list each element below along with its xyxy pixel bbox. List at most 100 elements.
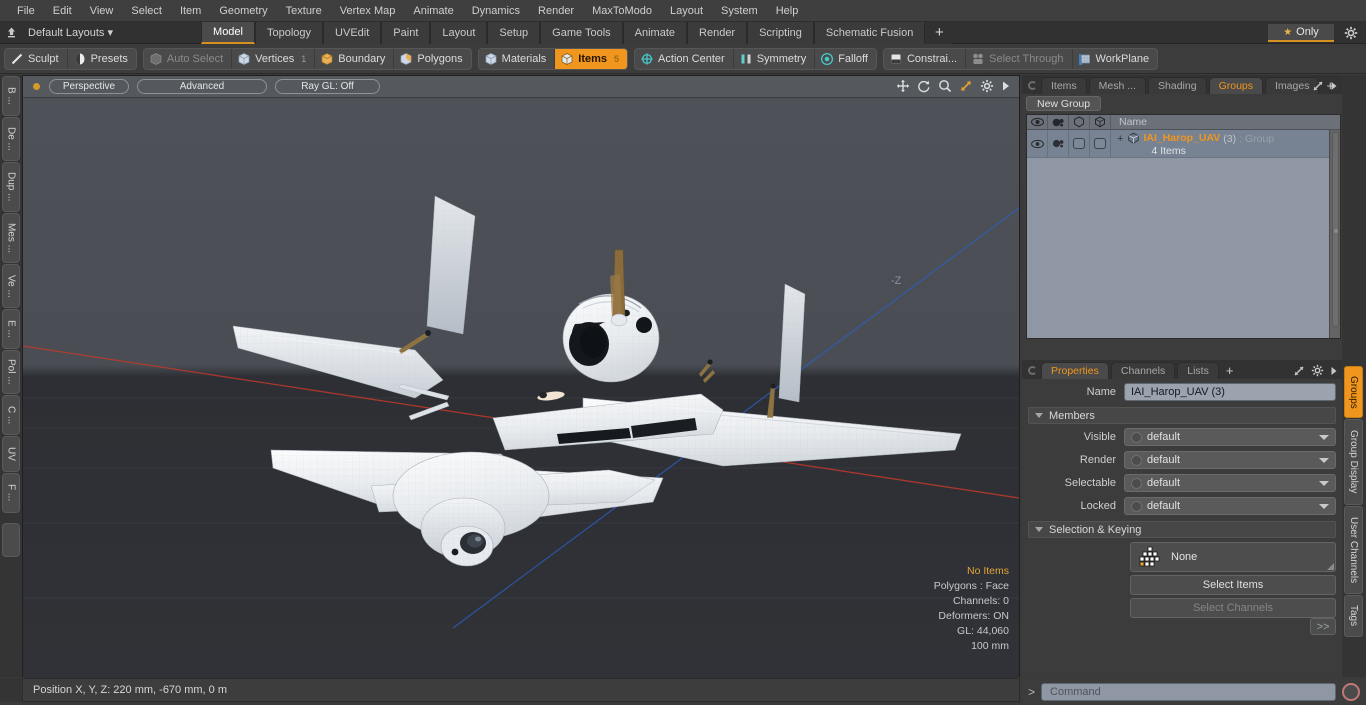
members-section-header[interactable]: Members xyxy=(1028,407,1336,424)
menu-item-maxtomodo[interactable]: MaxToModo xyxy=(583,3,661,19)
symmetry-button[interactable]: Symmetry xyxy=(734,48,816,69)
constraint-button[interactable]: Constrai... xyxy=(884,48,967,69)
select-items-button[interactable]: Select Items xyxy=(1130,575,1336,595)
tab-lists[interactable]: Lists xyxy=(1177,362,1219,379)
menu-item-layout[interactable]: Layout xyxy=(661,3,712,19)
materials-button[interactable]: Materials xyxy=(479,48,556,69)
left-tab-vertex[interactable]: Ve ... xyxy=(2,264,20,308)
left-tab-curve[interactable]: C ... xyxy=(2,395,20,435)
sculpt-button[interactable]: Sculpt xyxy=(5,48,68,69)
vertices-button[interactable]: Vertices 1 xyxy=(232,48,316,69)
right-tab-groups[interactable]: Groups xyxy=(1344,366,1363,418)
row-name-cell[interactable]: + IAI_Harop_UAV (3) : Group 4 Items xyxy=(1111,130,1340,157)
viewport-shading-dropdown[interactable]: Advanced xyxy=(137,79,267,94)
menu-item-render[interactable]: Render xyxy=(529,3,583,19)
default-layouts-dropdown[interactable]: Default Layouts ▾ xyxy=(22,25,121,40)
visible-dropdown[interactable]: default xyxy=(1124,428,1336,446)
wireframe-icon[interactable] xyxy=(1069,115,1090,130)
row-wireframe-toggle[interactable] xyxy=(1069,130,1090,157)
tab-properties[interactable]: Properties xyxy=(1041,362,1109,379)
menu-item-view[interactable]: View xyxy=(81,3,123,19)
select-channels-button[interactable]: Select Channels xyxy=(1130,598,1336,618)
new-group-button[interactable]: New Group xyxy=(1026,96,1102,111)
viewport-raygl-dropdown[interactable]: Ray GL: Off xyxy=(275,79,380,94)
presets-button[interactable]: Presets xyxy=(68,49,136,69)
zoom-icon[interactable] xyxy=(938,79,952,93)
left-tab-mesh-edit[interactable]: Mes ... xyxy=(2,213,20,263)
polygons-button[interactable]: Polygons xyxy=(394,49,470,69)
expand-icon[interactable] xyxy=(1293,365,1305,377)
panel-tab-shading[interactable]: Shading xyxy=(1148,77,1207,94)
layout-tab-paint[interactable]: Paint xyxy=(381,21,431,44)
left-tab-extra[interactable] xyxy=(2,523,20,557)
command-input[interactable]: Command xyxy=(1041,682,1336,701)
group-item-list[interactable]: Name + IAI_Harop_UAV (3): Group 4 Items xyxy=(1026,114,1341,339)
menu-item-texture[interactable]: Texture xyxy=(277,3,331,19)
layout-tab-setup[interactable]: Setup xyxy=(487,21,541,44)
locked-dropdown[interactable]: default xyxy=(1124,497,1336,515)
menu-item-file[interactable]: File xyxy=(8,3,44,19)
layout-tab-uvedit[interactable]: UVEdit xyxy=(323,21,382,44)
workplane-button[interactable]: WorkPlane xyxy=(1073,49,1158,69)
render-icon[interactable] xyxy=(1048,115,1069,130)
select-through-button[interactable]: Select Through xyxy=(966,48,1073,69)
menu-item-help[interactable]: Help xyxy=(767,3,808,19)
panel-tab-mesh[interactable]: Mesh ... xyxy=(1088,77,1147,94)
row-eye-toggle[interactable] xyxy=(1027,130,1048,157)
properties-add-tab-button[interactable]: + xyxy=(1221,363,1239,378)
eye-icon[interactable] xyxy=(1027,115,1048,130)
left-tab-polygon[interactable]: Pol ... xyxy=(2,350,20,394)
render-dropdown[interactable]: default xyxy=(1124,451,1336,469)
viewport-state-dot[interactable] xyxy=(33,83,40,90)
shaded-icon[interactable] xyxy=(1090,115,1111,130)
layout-tab-layout[interactable]: Layout xyxy=(430,21,488,44)
panel-tab-items[interactable]: Items xyxy=(1041,77,1087,94)
right-tab-user-channels[interactable]: User Channels xyxy=(1344,506,1363,594)
item-list-scrollbar[interactable] xyxy=(1329,130,1340,338)
fit-icon[interactable] xyxy=(959,79,973,93)
menu-item-item[interactable]: Item xyxy=(171,3,210,19)
locked-toggle[interactable] xyxy=(1131,500,1142,512)
play-icon[interactable] xyxy=(1330,366,1338,376)
menu-item-edit[interactable]: Edit xyxy=(44,3,81,19)
action-center-button[interactable]: Action Center xyxy=(635,48,734,69)
gear-icon[interactable] xyxy=(1311,364,1324,377)
table-row[interactable]: + IAI_Harop_UAV (3) : Group 4 Items xyxy=(1027,130,1340,158)
boundary-button[interactable]: Boundary xyxy=(315,48,395,69)
left-tab-basic[interactable]: B ... xyxy=(2,76,20,116)
left-tab-edge[interactable]: E ... xyxy=(2,309,20,349)
selectable-toggle[interactable] xyxy=(1131,477,1142,489)
items-button[interactable]: Items 5 xyxy=(555,48,628,69)
menu-item-geometry[interactable]: Geometry xyxy=(210,3,276,19)
play-icon[interactable] xyxy=(1330,81,1338,91)
viewport-3d-canvas[interactable]: -Z xyxy=(23,98,1019,678)
gear-icon[interactable] xyxy=(980,79,994,93)
record-icon[interactable] xyxy=(1342,682,1360,701)
properties-lock-icon[interactable] xyxy=(1028,366,1037,375)
layout-tab-render[interactable]: Render xyxy=(687,21,748,44)
home-icon[interactable] xyxy=(0,23,22,43)
selection-keying-section-header[interactable]: Selection & Keying xyxy=(1028,521,1336,538)
expand-icon[interactable] xyxy=(1312,80,1324,92)
right-tab-group-display[interactable]: Group Display xyxy=(1344,419,1363,505)
name-input[interactable]: IAI_Harop_UAV (3) xyxy=(1124,383,1336,401)
only-toggle-button[interactable]: ★ Only xyxy=(1268,24,1334,42)
falloff-button[interactable]: Falloff xyxy=(815,49,876,69)
viewport-projection-dropdown[interactable]: Perspective xyxy=(49,79,129,94)
move-icon[interactable] xyxy=(896,79,910,93)
menu-item-vertex-map[interactable]: Vertex Map xyxy=(331,3,405,19)
layout-tab-scripting[interactable]: Scripting xyxy=(747,21,814,44)
right-tab-tags[interactable]: Tags xyxy=(1344,595,1363,637)
visible-toggle[interactable] xyxy=(1131,431,1142,443)
menu-item-system[interactable]: System xyxy=(712,3,767,19)
expand-more-button[interactable]: >> xyxy=(1310,618,1336,635)
layout-tab-game-tools[interactable]: Game Tools xyxy=(540,21,623,44)
expand-icon[interactable]: + xyxy=(1117,132,1123,146)
gear-icon[interactable] xyxy=(1342,25,1360,41)
menu-item-dynamics[interactable]: Dynamics xyxy=(463,3,529,19)
panel-lock-icon[interactable] xyxy=(1028,81,1037,90)
layout-tab-topology[interactable]: Topology xyxy=(255,21,324,44)
selectable-dropdown[interactable]: default xyxy=(1124,474,1336,492)
layout-tab-model[interactable]: Model xyxy=(201,21,255,44)
selection-set-dropdown[interactable]: None xyxy=(1130,542,1336,572)
